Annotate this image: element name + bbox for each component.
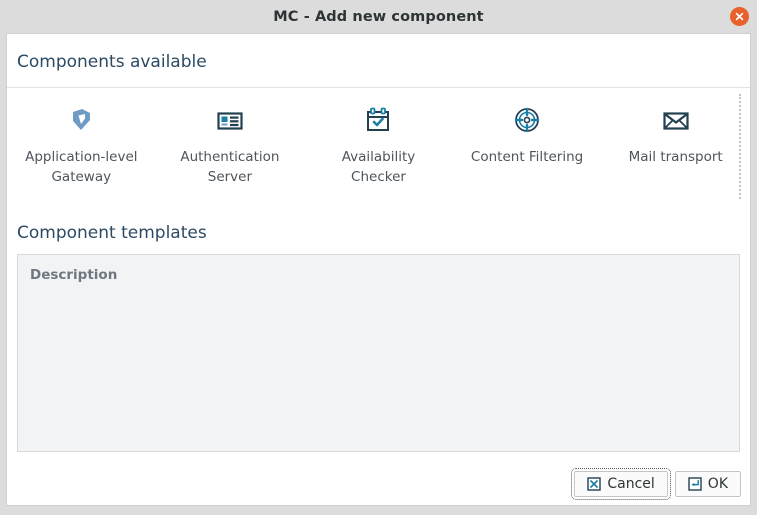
templates-area: Component templates Description — [7, 205, 750, 452]
component-label: Application-level Gateway — [25, 149, 138, 185]
description-header: Description — [30, 266, 118, 283]
shield-icon — [66, 102, 96, 138]
component-item-availability-checker[interactable]: Availability Checker — [304, 102, 453, 187]
title-bar: MC - Add new component — [0, 0, 757, 33]
window-title: MC - Add new component — [273, 8, 484, 25]
component-item-authentication-server[interactable]: Authentication Server — [156, 102, 305, 187]
dialog-window: MC - Add new component Components availa… — [0, 0, 757, 515]
cancel-button-label: Cancel — [607, 476, 655, 492]
components-area: Application-level Gateway Authentication… — [7, 88, 750, 206]
component-templates-heading: Component templates — [17, 223, 207, 244]
components-available-heading: Components available — [17, 52, 207, 72]
components-row: Application-level Gateway Authentication… — [7, 88, 750, 187]
component-label: Content Filtering — [470, 149, 584, 166]
id-card-icon — [215, 102, 245, 138]
envelope-icon — [661, 102, 691, 138]
component-label: Mail transport — [628, 149, 723, 166]
component-item-application-level-gateway[interactable]: Application-level Gateway — [7, 102, 156, 187]
calendar-check-icon — [363, 102, 393, 138]
components-scroll-edge — [739, 94, 742, 200]
ok-button[interactable]: OK — [674, 471, 741, 497]
enter-arrow-icon — [688, 477, 702, 491]
dialog-body: Components available Application-level G… — [6, 33, 751, 506]
ok-button-label: OK — [707, 476, 728, 492]
x-box-icon — [587, 477, 602, 491]
close-icon[interactable] — [730, 7, 749, 26]
description-panel[interactable]: Description — [17, 253, 740, 452]
target-filter-icon — [512, 102, 542, 138]
component-item-mail-transport[interactable]: Mail transport — [601, 102, 750, 168]
cancel-button[interactable]: Cancel — [571, 468, 671, 500]
component-label: Availability Checker — [341, 149, 416, 185]
dialog-button-bar: Cancel OK — [7, 463, 750, 505]
component-label: Authentication Server — [180, 149, 280, 185]
component-item-content-filtering[interactable]: Content Filtering — [453, 102, 602, 168]
